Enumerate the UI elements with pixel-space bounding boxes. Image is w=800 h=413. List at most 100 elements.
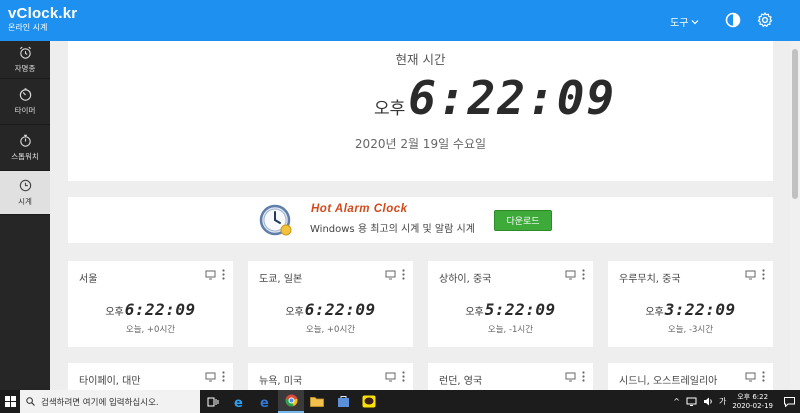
current-ampm: 오후 <box>374 99 406 119</box>
city-actions <box>385 269 405 280</box>
sidebar-item-label: 자명종 <box>14 64 36 73</box>
city-name: 타이페이, 대만 <box>79 376 141 387</box>
taskbar-ie[interactable]: e <box>226 390 252 413</box>
fullscreen-icon[interactable] <box>565 270 576 280</box>
sidebar-item-label: 시계 <box>18 197 32 206</box>
city-card: 런던, 영국 <box>428 363 593 393</box>
start-button[interactable] <box>0 390 20 413</box>
taskbar-chrome[interactable] <box>278 390 304 413</box>
ad-banner[interactable]: Hot Alarm Clock Windows 용 최고의 시계 및 알람 시계… <box>68 197 773 243</box>
sidebar-item-timer[interactable]: 타이머 <box>0 79 50 125</box>
alarm-clock-icon <box>19 46 31 59</box>
city-time: 오후 3:22:09 <box>608 300 773 319</box>
store-icon <box>337 396 349 407</box>
city-time: 오후 6:22:09 <box>248 300 413 319</box>
taskbar-kakaotalk[interactable] <box>356 390 382 413</box>
fullscreen-icon[interactable] <box>385 372 396 382</box>
city-time-diff: 오늘, -3시간 <box>667 325 714 335</box>
taskbar-file-explorer[interactable] <box>304 390 330 413</box>
download-button[interactable]: 다운로드 <box>494 210 552 231</box>
city-time-digits: 6:22:09 <box>124 300 196 319</box>
taskbar-clock-time: 오후 6:22 <box>737 392 769 401</box>
current-time-digits: 6:22:09 <box>408 71 617 125</box>
edge-icon: e <box>260 396 269 409</box>
folder-icon <box>310 397 324 407</box>
more-options-icon[interactable] <box>402 269 405 280</box>
svg-text:e: e <box>234 396 243 409</box>
fullscreen-icon[interactable] <box>205 270 216 280</box>
city-card: 우루무치, 중국 오후 3:22:09 오늘, -3시간 <box>608 261 773 347</box>
fullscreen-icon[interactable] <box>385 270 396 280</box>
search-placeholder: 검색하려면 여기에 입력하십시오. <box>41 397 159 408</box>
city-actions <box>205 269 225 280</box>
chevron-down-icon <box>691 19 699 24</box>
tools-menu[interactable]: 도구 <box>670 14 699 29</box>
more-options-icon[interactable] <box>582 269 585 280</box>
ad-title: Hot Alarm Clock <box>311 203 408 215</box>
sidebar-item-stopwatch[interactable]: 스톱워치 <box>0 125 50 171</box>
more-options-icon[interactable] <box>762 371 765 382</box>
city-name: 서울 <box>79 274 98 285</box>
scrollbar-thumb[interactable] <box>792 49 798 199</box>
city-time: 오후 5:22:09 <box>428 300 593 319</box>
sidebar-item-label: 타이머 <box>14 106 36 115</box>
more-options-icon[interactable] <box>402 371 405 382</box>
sidebar-item-clock[interactable]: 시계 <box>0 171 50 215</box>
city-card: 뉴욕, 미국 <box>248 363 413 393</box>
tray-chevron-up-icon[interactable]: ^ <box>673 397 680 406</box>
input-language-indicator[interactable]: 가 <box>719 396 726 407</box>
city-name: 우루무치, 중국 <box>619 274 681 285</box>
fullscreen-icon[interactable] <box>565 372 576 382</box>
city-actions <box>385 371 405 382</box>
sidebar-item-label: 스톱워치 <box>11 152 39 161</box>
brand-subtitle: 온라인 시계 <box>8 23 48 32</box>
more-options-icon[interactable] <box>762 269 765 280</box>
city-actions <box>565 269 585 280</box>
city-time-diff: 오늘, +0시간 <box>305 325 356 335</box>
city-name: 상하이, 중국 <box>439 274 492 285</box>
taskbar-search-input[interactable]: 검색하려면 여기에 입력하십시오. <box>20 390 200 413</box>
current-time-card: 현재 시간 오후 6:22:09 2020년 2월 19일 수요일 <box>68 41 773 181</box>
city-name: 도쿄, 일본 <box>259 274 303 285</box>
task-view-icon <box>207 397 219 406</box>
taskbar-store[interactable] <box>330 390 356 413</box>
action-center-button[interactable] <box>781 396 797 407</box>
more-options-icon[interactable] <box>222 371 225 382</box>
brand-logo[interactable]: vClock.kr 온라인 시계 <box>8 6 77 32</box>
city-time-diff: 오늘, +0시간 <box>125 325 176 335</box>
fullscreen-icon[interactable] <box>745 270 756 280</box>
fullscreen-icon[interactable] <box>745 372 756 382</box>
city-actions <box>745 371 765 382</box>
city-time: 오후 6:22:09 <box>68 300 233 319</box>
volume-icon[interactable] <box>703 397 713 406</box>
city-ampm: 오후 <box>465 307 484 318</box>
network-icon[interactable] <box>686 397 697 406</box>
task-view-button[interactable] <box>200 390 226 413</box>
current-time-display: 오후 6:22:09 <box>374 71 616 125</box>
city-name: 뉴욕, 미국 <box>259 376 303 387</box>
brand-title: vClock.kr <box>8 5 78 22</box>
city-card: 시드니, 오스트레일리아 <box>608 363 773 393</box>
taskbar-clock-date: 2020-02-19 <box>732 401 773 410</box>
sidebar: 자명종 타이머 스톱워치 시계 <box>0 41 50 390</box>
more-options-icon[interactable] <box>222 269 225 280</box>
more-options-icon[interactable] <box>582 371 585 382</box>
stopwatch-icon <box>19 134 31 147</box>
tools-menu-label: 도구 <box>670 18 689 29</box>
taskbar-clock[interactable]: 오후 6:22 2020-02-19 <box>732 393 773 411</box>
city-ampm: 오후 <box>285 307 304 318</box>
city-time-digits: 6:22:09 <box>304 300 376 319</box>
svg-text:e: e <box>260 396 269 409</box>
taskbar-edge[interactable]: e <box>252 390 278 413</box>
sidebar-item-alarm[interactable]: 자명종 <box>0 41 50 79</box>
page-scrollbar[interactable] <box>790 41 800 390</box>
city-actions <box>565 371 585 382</box>
timer-icon <box>19 88 31 101</box>
fullscreen-icon[interactable] <box>205 372 216 382</box>
contrast-icon[interactable] <box>724 11 742 29</box>
chat-app-icon <box>362 395 376 408</box>
city-ampm: 오후 <box>645 307 664 318</box>
current-date: 2020년 2월 19일 수요일 <box>354 137 487 151</box>
gear-icon[interactable] <box>756 11 774 29</box>
system-tray: ^ 가 오후 6:22 2020-02-19 <box>673 390 800 413</box>
